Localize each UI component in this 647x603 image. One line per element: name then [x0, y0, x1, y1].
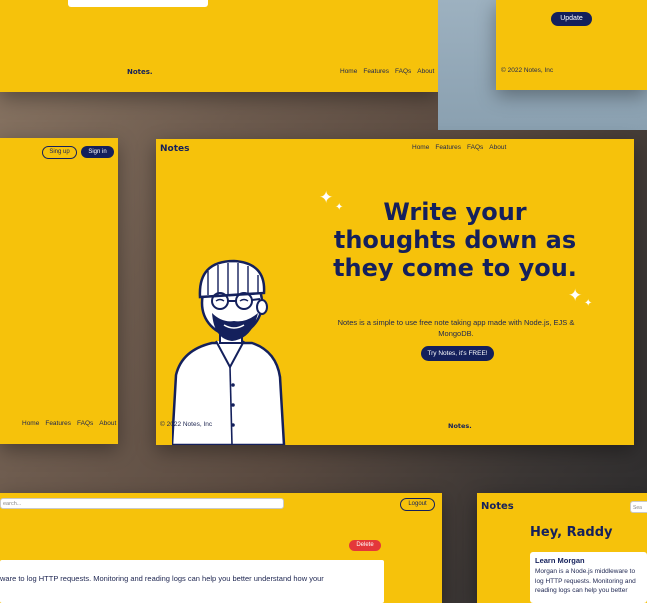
search-input[interactable]: earch... [0, 498, 284, 509]
top-right-copyright: © 2022 Notes, Inc [501, 67, 554, 74]
top-left-panel: Notes. Home Features FAQs About [0, 0, 438, 92]
nav-features[interactable]: Features [435, 144, 461, 151]
greeting: Hey, Raddy [530, 525, 613, 540]
note-card: ware to log HTTP requests. Monitoring an… [0, 560, 384, 603]
hero-footer-logo: Notes. [448, 422, 472, 430]
cta-button[interactable]: Try Notes, it's FREE! [421, 346, 494, 361]
top-left-logo: Notes. [127, 68, 153, 76]
nav-faqs[interactable]: FAQs [77, 420, 93, 427]
nav-faqs[interactable]: FAQs [467, 144, 483, 151]
update-button[interactable]: Update [551, 12, 592, 26]
sparkle-icon: ✦ [335, 202, 344, 213]
nav-home[interactable]: Home [22, 420, 39, 427]
bottom-left-panel: earch... Logout Delete ware to log HTTP … [0, 493, 442, 603]
search-input[interactable]: Sea [630, 501, 647, 513]
top-left-nav: Home Features FAQs About [340, 68, 434, 75]
hero-copyright: © 2022 Notes, Inc [160, 421, 213, 428]
logout-button[interactable]: Logout [400, 498, 435, 511]
bottom-right-panel: Notes Sea Hey, Raddy Learn Morgan Morgan… [477, 493, 647, 603]
left-panel-nav: Home Features FAQs About [22, 420, 116, 427]
signup-button[interactable]: Sing up [42, 146, 77, 159]
note-body-text: ware to log HTTP requests. Monitoring an… [0, 574, 324, 583]
nav-features[interactable]: Features [363, 68, 389, 75]
bottom-right-logo: Notes [481, 501, 514, 512]
man-illustration [172, 259, 286, 445]
sparkle-icon: ✦ [568, 286, 583, 305]
sparkle-icon: ✦ [584, 298, 593, 309]
sparkle-icon: ✦ [319, 188, 334, 207]
nav-features[interactable]: Features [45, 420, 71, 427]
note-card-title: Learn Morgan [535, 556, 585, 565]
top-input-box[interactable] [68, 0, 208, 7]
nav-faqs[interactable]: FAQs [395, 68, 411, 75]
hero-nav: Home Features FAQs About [412, 144, 506, 151]
hero-panel: Notes Home Features FAQs About © 2022 No [156, 139, 634, 445]
note-card-body: Morgan is a Node.js middleware to log HT… [535, 568, 636, 594]
hero-subtitle: Notes is a simple to use free note takin… [337, 318, 575, 338]
signin-button[interactable]: Sign in [81, 146, 114, 158]
note-card[interactable]: Learn Morgan Morgan is a Node.js middlew… [530, 552, 647, 603]
left-panel: Sing up Sign in Home Features FAQs About [0, 138, 118, 444]
nav-about[interactable]: About [417, 68, 434, 75]
nav-about[interactable]: About [99, 420, 116, 427]
hero-logo: Notes [160, 144, 190, 154]
top-right-panel: Update © 2022 Notes, Inc [496, 0, 647, 90]
nav-home[interactable]: Home [412, 144, 429, 151]
nav-home[interactable]: Home [340, 68, 357, 75]
hero-title: Write your thoughts down as they come to… [333, 198, 577, 282]
nav-about[interactable]: About [489, 144, 506, 151]
delete-button[interactable]: Delete [349, 540, 381, 551]
